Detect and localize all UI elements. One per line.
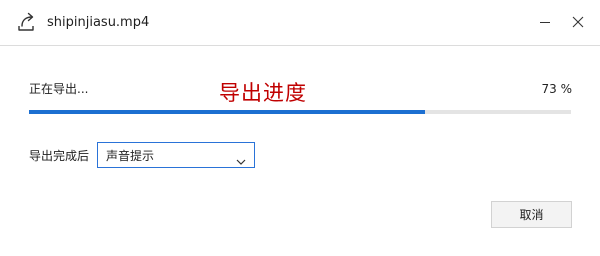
title-bar: shipinjiasu.mp4: [0, 0, 600, 46]
chevron-down-icon: [236, 151, 246, 165]
close-button[interactable]: [563, 8, 593, 36]
progress-percent: 73 %: [541, 82, 573, 96]
window-title: shipinjiasu.mp4: [47, 15, 150, 30]
cancel-button[interactable]: 取消: [491, 201, 572, 228]
close-icon: [572, 16, 584, 28]
progress-bar-fill: [29, 110, 425, 114]
export-share-arrow-icon: [16, 11, 38, 33]
progress-caption: 导出进度: [219, 81, 307, 105]
after-export-label: 导出完成后: [29, 149, 90, 163]
after-export-select[interactable]: 声音提示: [97, 142, 255, 168]
progress-bar: [29, 110, 571, 114]
export-status-text: 正在导出...: [29, 82, 89, 96]
minimize-button[interactable]: [530, 8, 560, 36]
minimize-icon: [540, 22, 550, 23]
after-export-selected-value: 声音提示: [106, 149, 155, 163]
